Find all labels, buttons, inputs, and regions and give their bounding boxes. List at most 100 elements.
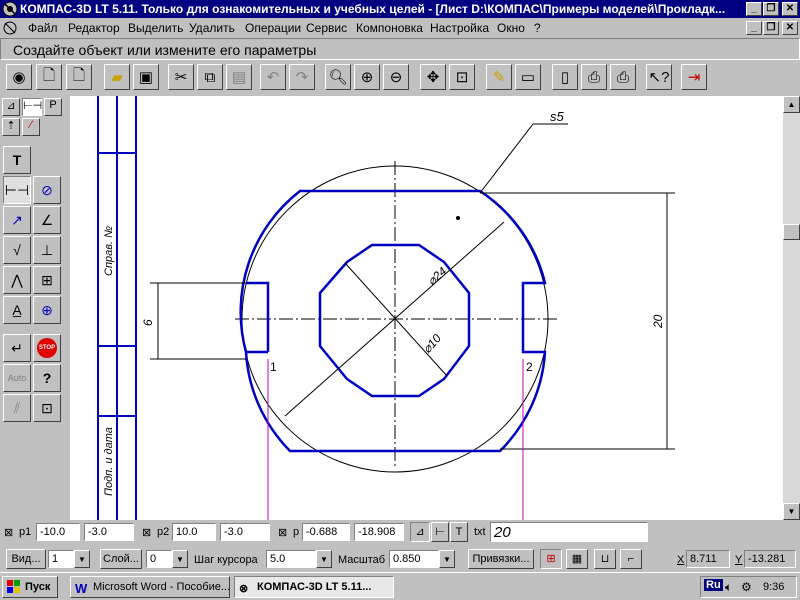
snaps-button[interactable]: Привязки... bbox=[468, 549, 534, 569]
radial-dimension-icon[interactable]: ↗ bbox=[3, 206, 31, 234]
pan-icon[interactable]: ✥ bbox=[420, 64, 446, 90]
menu-delete[interactable]: Удалить bbox=[189, 21, 235, 35]
new-sheet-icon[interactable]: 🗋 bbox=[66, 64, 92, 90]
cut-icon[interactable]: ✂ bbox=[168, 64, 194, 90]
p2-y-field[interactable]: -3.0 bbox=[220, 523, 270, 541]
view-dropdown-icon[interactable]: ▼ bbox=[74, 550, 90, 568]
drawing-area[interactable]: Справ. № Подп. и дата s5 ⌀24 ⌀10 20 6 1 … bbox=[70, 96, 783, 520]
palette-geometry-tab-icon[interactable]: ⊿ bbox=[2, 98, 20, 116]
grid-icon[interactable]: ▦ bbox=[566, 549, 588, 569]
p2-x-field[interactable]: 10.0 bbox=[172, 523, 216, 541]
start-button[interactable]: Пуск bbox=[2, 576, 58, 598]
document-icon[interactable] bbox=[3, 21, 17, 35]
snap-line-icon[interactable]: ⫽ bbox=[3, 394, 31, 422]
menu-layout[interactable]: Компоновка bbox=[356, 21, 423, 35]
text-tool-icon[interactable]: T bbox=[3, 146, 31, 174]
doc-close-button[interactable]: ✕ bbox=[782, 21, 798, 35]
speaker-icon[interactable]: 🔈︎ bbox=[725, 580, 732, 595]
kompas-app-icon[interactable] bbox=[2, 1, 18, 17]
dimension-text-field[interactable]: 20 bbox=[490, 522, 648, 542]
p1-x-field[interactable]: -10.0 bbox=[36, 523, 80, 541]
menu-file[interactable]: Файл bbox=[28, 21, 58, 35]
scale-select[interactable]: 0.850 bbox=[389, 550, 439, 568]
print-icon[interactable]: ⎙ bbox=[610, 64, 636, 90]
zoom-fit-icon[interactable]: ⊡ bbox=[449, 64, 475, 90]
palette-param-tab-icon[interactable]: ⁄ bbox=[22, 118, 40, 136]
zoom-icon[interactable]: 🔍︎ bbox=[325, 64, 351, 90]
open-folder-icon[interactable]: ▰ bbox=[104, 64, 130, 90]
layer-button[interactable]: Слой... bbox=[100, 549, 142, 569]
menu-help[interactable]: ? bbox=[534, 21, 541, 35]
edit-pen-icon[interactable]: ✎ bbox=[486, 64, 512, 90]
layer-dropdown-icon[interactable]: ▼ bbox=[172, 550, 188, 568]
layers-icon[interactable]: ▭ bbox=[515, 64, 541, 90]
local-cs-icon[interactable]: ⌐ bbox=[620, 549, 642, 569]
scroll-thumb[interactable] bbox=[783, 224, 800, 240]
step-select[interactable]: 5.0 bbox=[266, 550, 316, 568]
view-select[interactable]: 1 bbox=[48, 550, 74, 568]
menu-operations[interactable]: Операции bbox=[245, 21, 301, 35]
scroll-down-icon[interactable]: ▼ bbox=[783, 503, 800, 520]
new-file-icon[interactable]: 🗋 bbox=[36, 64, 62, 90]
copy-icon[interactable]: ⧉ bbox=[197, 64, 223, 90]
layer-select[interactable]: 0 bbox=[146, 550, 172, 568]
minimize-button[interactable]: _ bbox=[746, 2, 762, 16]
menu-service[interactable]: Сервис bbox=[306, 21, 347, 35]
step-dropdown-icon[interactable]: ▼ bbox=[316, 550, 332, 568]
ortho-icon[interactable]: ⊔ bbox=[594, 549, 616, 569]
save-icon[interactable]: ▣ bbox=[133, 64, 159, 90]
palette-tab-p[interactable]: P bbox=[44, 98, 62, 116]
doc-restore-button[interactable]: ❐ bbox=[763, 21, 779, 35]
p2-lock-icon[interactable]: ⊠ bbox=[142, 526, 151, 539]
angle-dimension-icon[interactable]: ∠ bbox=[33, 206, 61, 234]
menu-window[interactable]: Окно bbox=[497, 21, 525, 35]
dim-horizontal-icon[interactable]: ⊢ bbox=[431, 522, 449, 542]
position-label-icon[interactable]: A̲ bbox=[3, 296, 31, 324]
p-x-field[interactable]: -0.688 bbox=[302, 523, 350, 541]
p-lock-icon[interactable]: ⊠ bbox=[278, 526, 287, 539]
p1-y-field[interactable]: -3.0 bbox=[84, 523, 134, 541]
auto-icon[interactable]: Auto bbox=[3, 364, 31, 392]
palette-edit-tab-icon[interactable]: ⇡ bbox=[2, 118, 20, 136]
doc-minimize-button[interactable]: _ bbox=[746, 21, 762, 35]
tolerance-icon[interactable]: ⊞ bbox=[33, 266, 61, 294]
task-word[interactable]: W Microsoft Word - Пособие... bbox=[70, 576, 230, 598]
linear-dimension-icon[interactable]: ⊢⊣ bbox=[3, 176, 31, 204]
dim-type-icon[interactable]: ⊿ bbox=[410, 522, 430, 542]
undo-icon[interactable]: ↶ bbox=[260, 64, 286, 90]
vertical-scrollbar[interactable]: ▲ ▼ bbox=[783, 96, 800, 520]
p-y-field[interactable]: -18.908 bbox=[354, 523, 404, 541]
help-cursor-icon[interactable]: ↖? bbox=[646, 64, 672, 90]
enter-icon[interactable]: ↵ bbox=[3, 334, 31, 362]
page-icon[interactable]: ▯ bbox=[552, 64, 578, 90]
menu-editor[interactable]: Редактор bbox=[68, 21, 120, 35]
leader-icon[interactable]: ⋀ bbox=[3, 266, 31, 294]
view-button[interactable]: Вид... bbox=[6, 549, 46, 569]
scale-dropdown-icon[interactable]: ▼ bbox=[439, 550, 455, 568]
zoom-out-icon[interactable]: ⊖ bbox=[383, 64, 409, 90]
language-indicator[interactable]: Ru bbox=[704, 579, 723, 591]
redo-icon[interactable]: ↷ bbox=[289, 64, 315, 90]
base-icon[interactable]: ⊥ bbox=[33, 236, 61, 264]
diameter-dimension-icon[interactable]: ⊘ bbox=[33, 176, 61, 204]
help-icon[interactable]: ? bbox=[33, 364, 61, 392]
p1-lock-icon[interactable]: ⊠ bbox=[4, 526, 13, 539]
scroll-up-icon[interactable]: ▲ bbox=[783, 96, 800, 113]
center-mark-icon[interactable]: ⊕ bbox=[33, 296, 61, 324]
paste-icon[interactable]: ▤ bbox=[226, 64, 252, 90]
roughness-icon[interactable]: √ bbox=[3, 236, 31, 264]
task-kompas[interactable]: ⊗ КОМПАС-3D LT 5.11... bbox=[234, 576, 394, 598]
camera-icon[interactable]: ◉ bbox=[6, 64, 32, 90]
menu-select[interactable]: Выделить bbox=[128, 21, 183, 35]
menu-settings[interactable]: Настройка bbox=[430, 21, 489, 35]
tray-app-icon[interactable]: ⚙ bbox=[741, 580, 752, 594]
snap-grid-icon[interactable]: ⊞ bbox=[540, 549, 562, 569]
palette-dimensions-tab-icon[interactable]: ⊢⊣ bbox=[22, 98, 42, 116]
stop-icon[interactable]: STOP bbox=[33, 334, 61, 362]
restore-button[interactable]: ❐ bbox=[763, 2, 779, 16]
dim-text-icon[interactable]: T bbox=[450, 522, 468, 542]
grid-point-icon[interactable]: ⊡ bbox=[33, 394, 61, 422]
exit-icon[interactable]: ⇥ bbox=[681, 64, 707, 90]
zoom-in-icon[interactable]: ⊕ bbox=[354, 64, 380, 90]
print-preview-icon[interactable]: ⎙ bbox=[581, 64, 607, 90]
